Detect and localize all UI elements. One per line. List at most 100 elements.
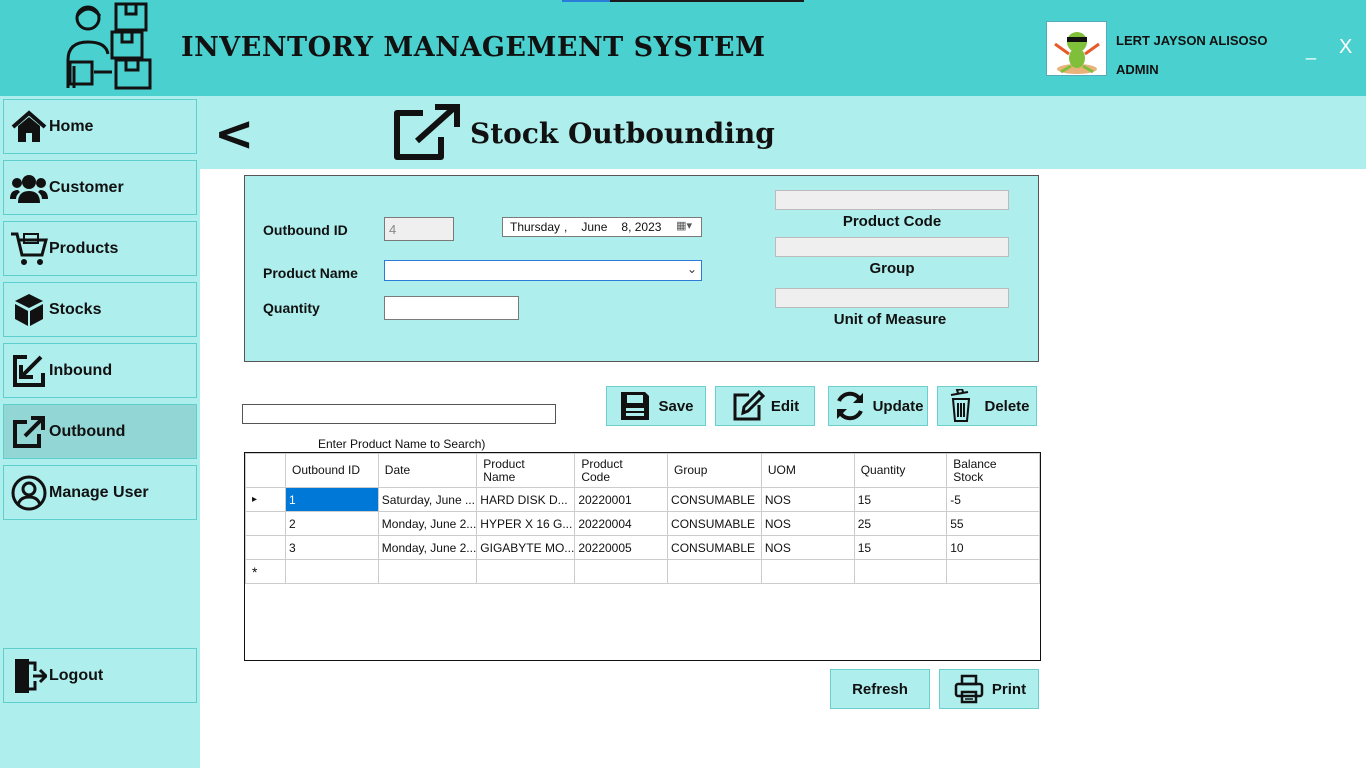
chevron-down-icon[interactable]: ⌄	[687, 262, 697, 276]
sidebar-item-label: Stocks	[49, 300, 102, 318]
table-cell[interactable]: Monday, June 2...	[377, 511, 478, 536]
table-cell[interactable]	[285, 559, 379, 584]
quantity-field[interactable]	[384, 296, 519, 320]
table-cell[interactable]: 10	[946, 535, 1040, 560]
sidebar-item-label: Inbound	[49, 361, 113, 379]
outbound-icon	[9, 412, 49, 452]
outbound-table[interactable]: Outbound ID Date Product Name Product Co…	[244, 452, 1041, 661]
column-header[interactable]: Group	[667, 453, 762, 488]
column-header[interactable]: Product Name	[476, 453, 576, 488]
table-cell[interactable]: GIGABYTE MO...	[476, 535, 576, 560]
table-cell[interactable]: 20220005	[574, 535, 669, 560]
table-cell[interactable]: CONSUMABLE	[667, 511, 762, 536]
table-cell[interactable]: 20220001	[574, 487, 669, 512]
print-button[interactable]: Print	[939, 669, 1039, 709]
minimize-button[interactable]: _	[1306, 40, 1316, 61]
group-field	[775, 237, 1009, 257]
table-cell[interactable]: 3	[285, 535, 379, 560]
table-row[interactable]: ▸ 1 Saturday, June ... HARD DISK D... 20…	[245, 487, 1040, 512]
edit-button[interactable]: Edit	[715, 386, 815, 426]
table-cell[interactable]	[574, 559, 669, 584]
column-header[interactable]: Quantity	[853, 453, 948, 488]
column-header-label: Balance Stock	[953, 456, 997, 484]
column-header-label: Product Name	[483, 456, 525, 484]
sidebar-item-home[interactable]: Home	[3, 99, 197, 154]
table-header-row: Outbound ID Date Product Name Product Co…	[245, 453, 1040, 488]
edit-label: Edit	[770, 397, 800, 415]
search-input[interactable]	[242, 404, 556, 424]
table-cell[interactable]: 2	[285, 511, 379, 536]
logout-icon	[9, 656, 49, 696]
sidebar-item-label: Home	[49, 117, 94, 135]
calendar-dropdown-icon[interactable]: ▦▾	[676, 219, 692, 232]
column-header[interactable]: Balance Stock	[946, 453, 1040, 488]
save-label: Save	[658, 397, 694, 415]
sidebar-item-logout[interactable]: Logout	[3, 648, 197, 703]
row-header[interactable]	[245, 535, 286, 560]
table-cell[interactable]	[667, 559, 762, 584]
update-button[interactable]: Update	[828, 386, 928, 426]
outbound-id-label: Outbound ID	[263, 222, 348, 238]
table-cell[interactable]: NOS	[760, 487, 855, 512]
table-cell[interactable]	[377, 559, 478, 584]
boxes-icon	[9, 290, 49, 330]
column-header[interactable]: Product Code	[574, 453, 669, 488]
user-avatar	[1046, 21, 1107, 76]
sidebar-item-manage-user[interactable]: Manage User	[3, 465, 197, 520]
table-cell[interactable]: -5	[946, 487, 1040, 512]
outbound-icon	[393, 103, 461, 161]
table-cell[interactable]: 15	[853, 487, 948, 512]
inbound-icon	[9, 351, 49, 391]
uom-label: Unit of Measure	[833, 311, 947, 328]
table-cell[interactable]: CONSUMABLE	[667, 487, 762, 512]
date-month: June	[581, 220, 608, 234]
table-cell[interactable]: HARD DISK D...	[476, 487, 576, 512]
new-row-marker[interactable]: *	[245, 559, 286, 584]
table-cell[interactable]	[853, 559, 948, 584]
uom-field	[775, 288, 1009, 308]
home-icon	[9, 107, 49, 147]
user-icon	[9, 473, 49, 513]
sidebar-item-inbound[interactable]: Inbound	[3, 343, 197, 398]
sidebar-item-label: Products	[49, 239, 119, 257]
back-button[interactable]: <	[214, 110, 254, 158]
table-cell[interactable]: CONSUMABLE	[667, 535, 762, 560]
table-row[interactable]: 2 Monday, June 2... HYPER X 16 G... 2022…	[245, 511, 1040, 536]
sidebar-item-products[interactable]: Products	[3, 221, 197, 276]
refresh-arrows-icon	[833, 389, 867, 423]
column-header-label: Product Code	[581, 456, 623, 484]
table-cell[interactable]: Saturday, June ...	[377, 487, 478, 512]
new-row[interactable]: *	[245, 559, 1040, 584]
refresh-label: Refresh	[852, 680, 908, 698]
table-cell[interactable]: NOS	[760, 511, 855, 536]
row-header-corner	[245, 453, 286, 488]
close-button[interactable]: X	[1339, 36, 1352, 59]
table-cell[interactable]	[476, 559, 576, 584]
sidebar-item-customer[interactable]: Customer	[3, 160, 197, 215]
current-row-indicator[interactable]: ▸	[245, 487, 286, 512]
table-cell[interactable]	[760, 559, 855, 584]
table-cell[interactable]: 15	[853, 535, 948, 560]
table-cell[interactable]: 55	[946, 511, 1040, 536]
sidebar-item-stocks[interactable]: Stocks	[3, 282, 197, 337]
date-value: 8, 2023	[621, 220, 662, 234]
date-picker[interactable]: Thursday , June 8, 2023 ▦▾	[502, 217, 702, 237]
row-header[interactable]	[245, 511, 286, 536]
table-cell[interactable]: 20220004	[574, 511, 669, 536]
sidebar-item-outbound[interactable]: Outbound	[3, 404, 197, 459]
table-cell[interactable]: Monday, June 2...	[377, 535, 478, 560]
table-cell[interactable]: 25	[853, 511, 948, 536]
table-cell[interactable]	[946, 559, 1040, 584]
column-header[interactable]: Date	[377, 453, 478, 488]
delete-button[interactable]: Delete	[937, 386, 1037, 426]
edit-icon	[731, 389, 765, 423]
table-cell[interactable]: HYPER X 16 G...	[476, 511, 576, 536]
refresh-button[interactable]: Refresh	[830, 669, 930, 709]
save-button[interactable]: Save	[606, 386, 706, 426]
table-cell[interactable]: NOS	[760, 535, 855, 560]
column-header[interactable]: Outbound ID	[285, 453, 379, 488]
product-name-combobox[interactable]: ⌄	[384, 260, 702, 281]
table-row[interactable]: 3 Monday, June 2... GIGABYTE MO... 20220…	[245, 535, 1040, 560]
table-cell[interactable]: 1	[285, 487, 379, 512]
column-header[interactable]: UOM	[760, 453, 855, 488]
